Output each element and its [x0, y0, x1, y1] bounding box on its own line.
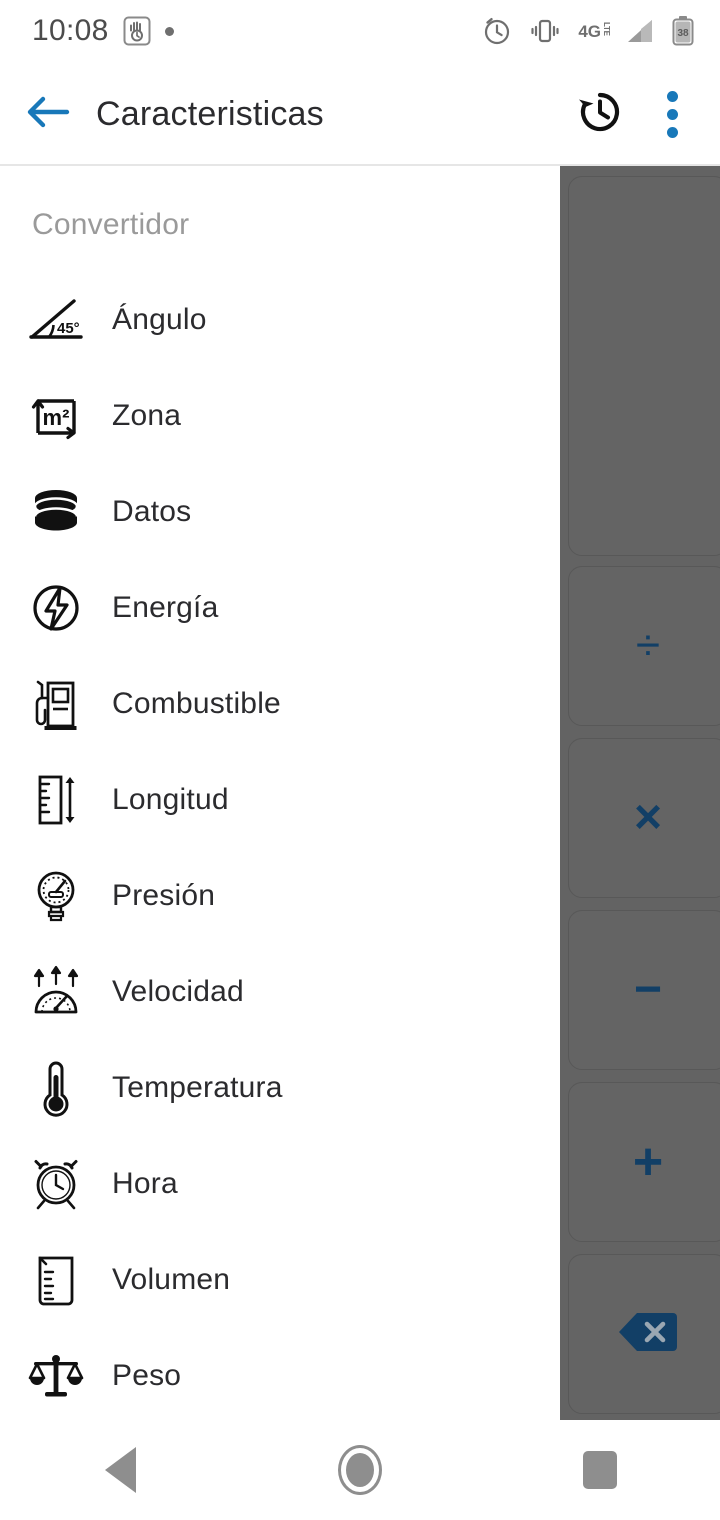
- more-vertical-icon: [667, 126, 678, 138]
- nav-recents-button[interactable]: [510, 1420, 690, 1520]
- thermometer-icon: [0, 1040, 112, 1136]
- svg-text:m²: m²: [43, 405, 70, 430]
- battery-icon: 38: [672, 16, 694, 46]
- digital-wellbeing-icon: [123, 16, 151, 46]
- status-bar: 10:08 4G LTE 38: [0, 0, 720, 62]
- drawer-item-label: Volumen: [112, 1263, 231, 1296]
- history-button[interactable]: [575, 87, 625, 142]
- drawer-item-label: Longitud: [112, 783, 229, 816]
- drawer-item-label: Velocidad: [112, 975, 244, 1008]
- angle-45-icon: 45°: [0, 272, 112, 368]
- multiply-key[interactable]: ×: [568, 738, 720, 898]
- drawer-item-label: Peso: [112, 1359, 182, 1392]
- arrow-left-icon: [25, 93, 71, 136]
- drawer-section-title: Convertidor: [32, 208, 190, 241]
- system-navigation-bar: [0, 1420, 720, 1520]
- calculator-display: [568, 176, 720, 556]
- vibrate-icon: [528, 18, 562, 44]
- database-icon: [0, 464, 112, 560]
- drawer-item-label: Zona: [112, 399, 182, 432]
- navigation-drawer: Convertidor 45° Ángulo m² Zona Datos Ene…: [0, 166, 560, 1420]
- status-bar-left: 10:08: [0, 14, 174, 48]
- more-vertical-icon: [667, 90, 678, 102]
- balance-scale-icon: [0, 1328, 112, 1420]
- divide-key[interactable]: ÷: [568, 566, 720, 726]
- drawer-item-angulo[interactable]: 45° Ángulo: [0, 272, 560, 368]
- drawer-item-label: Datos: [112, 495, 192, 528]
- nav-home-button[interactable]: [270, 1420, 450, 1520]
- back-button[interactable]: [0, 93, 96, 136]
- alarm-icon: [482, 16, 512, 46]
- drawer-item-label: Hora: [112, 1167, 178, 1200]
- svg-text:45°: 45°: [57, 320, 80, 337]
- minus-key[interactable]: −: [568, 910, 720, 1070]
- notification-dot-icon: [164, 26, 174, 36]
- app-bar-actions: [575, 85, 720, 144]
- drawer-item-combustible[interactable]: Combustible: [0, 656, 560, 752]
- backspace-icon: [617, 1309, 679, 1360]
- page-title: Caracteristicas: [96, 94, 324, 133]
- drawer-item-longitud[interactable]: Longitud: [0, 752, 560, 848]
- svg-text:38: 38: [677, 28, 689, 39]
- nav-back-icon: [104, 1447, 136, 1493]
- drawer-item-volumen[interactable]: Volumen: [0, 1232, 560, 1328]
- drawer-item-zona[interactable]: m² Zona: [0, 368, 560, 464]
- drawer-item-list: 45° Ángulo m² Zona Datos Energía Combust…: [0, 272, 560, 1420]
- drawer-item-presion[interactable]: Presión: [0, 848, 560, 944]
- drawer-item-datos[interactable]: Datos: [0, 464, 560, 560]
- drawer-item-hora[interactable]: Hora: [0, 1136, 560, 1232]
- drawer-item-label: Presión: [112, 879, 216, 912]
- network-4glte-icon: 4G LTE: [578, 21, 611, 41]
- drawer-item-energia[interactable]: Energía: [0, 560, 560, 656]
- more-vertical-icon: [667, 108, 678, 120]
- nav-back-button[interactable]: [30, 1420, 210, 1520]
- drawer-item-peso[interactable]: Peso: [0, 1328, 560, 1420]
- drawer-item-label: Ángulo: [112, 303, 207, 336]
- fuel-pump-icon: [0, 656, 112, 752]
- alarm-clock-icon: [0, 1136, 112, 1232]
- plus-key[interactable]: +: [568, 1082, 720, 1242]
- pressure-gauge-icon: [0, 848, 112, 944]
- more-vertical-button[interactable]: [659, 85, 686, 144]
- drawer-item-velocidad[interactable]: Velocidad: [0, 944, 560, 1040]
- drawer-item-label: Energía: [112, 591, 219, 624]
- nav-recents-icon: [583, 1451, 617, 1489]
- backspace-key[interactable]: [568, 1254, 720, 1414]
- phone-screen: 10:08 4G LTE 38 Caracteristicas ÷ × − + …: [0, 0, 720, 1520]
- drawer-item-label: Temperatura: [112, 1071, 283, 1104]
- status-clock: 10:08: [32, 14, 109, 47]
- signal-icon: [626, 18, 656, 44]
- status-bar-right: 4G LTE 38: [482, 16, 720, 46]
- ruler-icon: [0, 752, 112, 848]
- energy-bolt-icon: [0, 560, 112, 656]
- square-meter-icon: m²: [0, 368, 112, 464]
- drawer-item-label: Combustible: [112, 687, 281, 720]
- nav-home-icon: [338, 1445, 382, 1495]
- app-bar: Caracteristicas: [0, 62, 720, 166]
- speedometer-icon: [0, 944, 112, 1040]
- beaker-icon: [0, 1232, 112, 1328]
- history-icon: [575, 92, 625, 141]
- drawer-item-temperatura[interactable]: Temperatura: [0, 1040, 560, 1136]
